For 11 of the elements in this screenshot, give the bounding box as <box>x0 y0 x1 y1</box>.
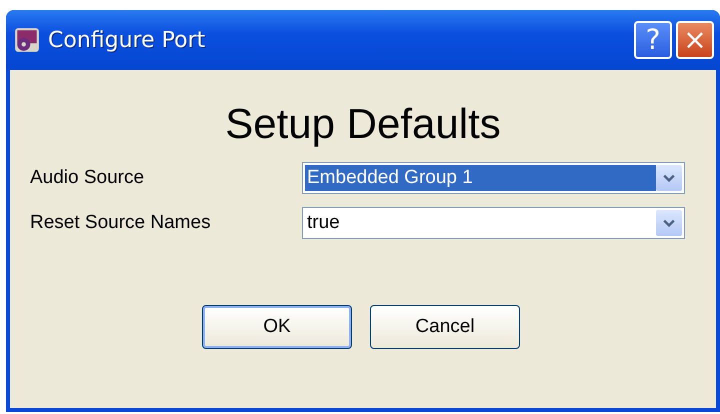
field-label: Reset Source Names <box>30 212 212 234</box>
window-title: Configure Port <box>48 28 206 52</box>
close-button[interactable]: × <box>676 21 714 59</box>
field-label: Audio Source <box>30 167 146 189</box>
dialog-button[interactable]: OK <box>202 305 352 349</box>
dialog-heading: Setup Defaults <box>224 100 502 148</box>
dropdown[interactable]: Embedded Group 1 <box>302 162 685 194</box>
app-icon <box>14 27 40 53</box>
help-button[interactable]: ? <box>634 21 672 59</box>
dialog-button[interactable]: Cancel <box>370 305 520 349</box>
dropdown[interactable]: true <box>302 207 685 239</box>
